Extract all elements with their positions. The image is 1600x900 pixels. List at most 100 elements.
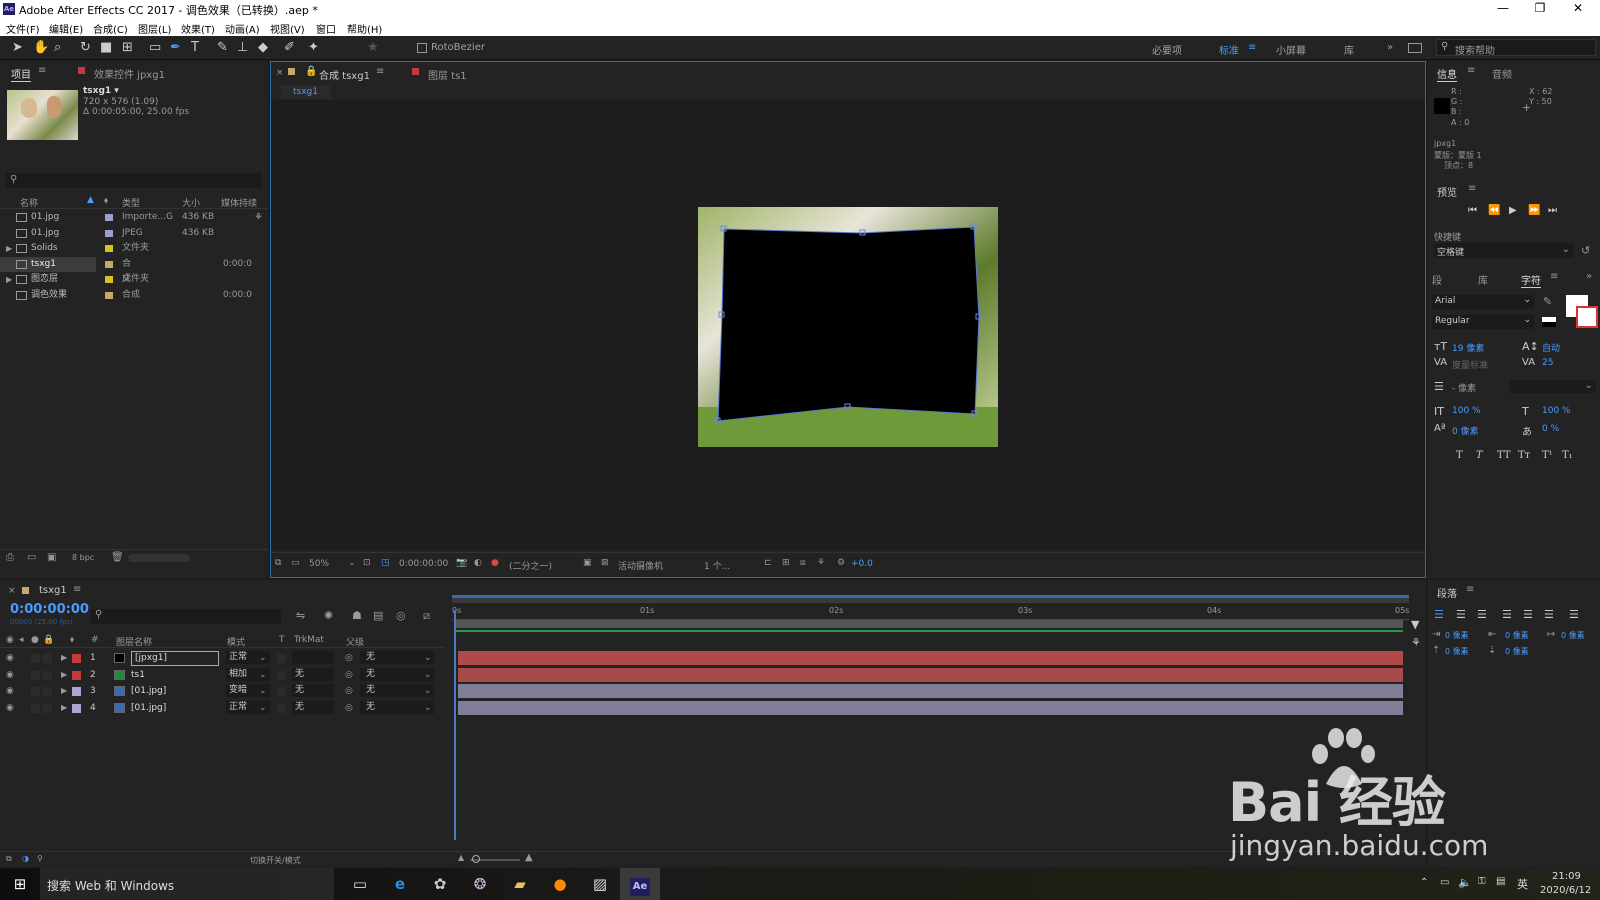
menu-effect[interactable]: 效果(T) — [181, 21, 215, 36]
bird-app-icon[interactable]: ❂ — [460, 868, 500, 900]
mask-shape[interactable] — [717, 226, 980, 422]
workspace-small-screen[interactable]: 小屏幕 — [1276, 42, 1306, 57]
eye-icon[interactable]: ◉ — [6, 667, 14, 683]
preserve-transparency-box[interactable] — [277, 703, 286, 713]
menu-animation[interactable]: 动画(A) — [225, 21, 260, 36]
expand-triangle-icon[interactable]: ▶ — [61, 700, 67, 716]
exposure-value[interactable]: +0.0 — [851, 559, 873, 569]
transfer-controls-icon[interactable]: ◑ — [22, 854, 29, 863]
layer-row[interactable]: ◉ ▶ 1 [jpxg1] 正常 ⌄ ◎ 无 ⌄ — [0, 650, 440, 666]
pick-whip-icon[interactable]: ◎ — [345, 650, 353, 666]
shy-layers-icon[interactable]: ☗ — [352, 609, 362, 622]
lock-switch-icon[interactable]: 🔒 — [43, 635, 54, 645]
justify-right-button[interactable]: ☰ — [1544, 608, 1554, 621]
delete-icon[interactable]: 🗑 — [111, 552, 124, 563]
column-name[interactable]: 名称 — [20, 196, 38, 209]
label-swatch[interactable] — [105, 214, 113, 221]
transparency-grid-icon[interactable]: ⊠ — [601, 558, 609, 568]
zoom-slider-handle[interactable] — [472, 855, 480, 863]
menu-help[interactable]: 帮助(H) — [347, 21, 382, 36]
comp-mini-flowchart-icon[interactable]: ⇋ — [296, 609, 305, 622]
label-swatch[interactable] — [105, 260, 113, 268]
expand-triangle-icon[interactable]: ▶ — [61, 683, 67, 699]
tab-layer[interactable]: 图层 ts1 — [428, 67, 467, 82]
menu-window[interactable]: 窗口 — [316, 21, 336, 36]
timeline-current-time[interactable]: 0:00:00:00 — [10, 602, 89, 617]
solo-box[interactable] — [31, 703, 40, 713]
menu-file[interactable]: 文件(F) — [6, 21, 40, 36]
layer-duration-bar[interactable] — [458, 651, 1403, 665]
layer-search-input[interactable]: ⚲ — [91, 609, 281, 624]
layer-switches-icon[interactable]: ⧉ — [6, 854, 12, 864]
project-item[interactable]: ▶ 图恋层 文件夹 — [0, 272, 264, 287]
graph-editor-icon[interactable]: ⧄ — [423, 609, 430, 623]
indent-right-value[interactable]: 0 像素 — [1505, 630, 1529, 641]
audio-switch-icon[interactable]: ◂ — [19, 635, 24, 645]
layer-name[interactable]: [jpxg1] — [131, 651, 219, 666]
project-item[interactable]: 01.jpg Importe...G 436 KB ⚘ — [0, 210, 264, 225]
label-swatch[interactable] — [105, 292, 113, 299]
tab-paragraph[interactable]: 段落 — [1437, 585, 1457, 600]
all-caps-button[interactable]: TT — [1497, 450, 1511, 461]
rotate-tool-icon[interactable]: ↻ — [80, 40, 91, 56]
menu-composition[interactable]: 合成(C) — [93, 21, 128, 36]
tab-info[interactable]: 信息 — [1437, 66, 1457, 82]
preserve-transparency-box[interactable] — [277, 654, 286, 663]
roto-brush-tool-icon[interactable]: ✐ — [284, 40, 295, 56]
help-search-input[interactable]: ⚲ 搜索帮助 — [1436, 39, 1596, 57]
space-after-value[interactable]: 0 像素 — [1505, 646, 1529, 657]
column-size[interactable]: 大小 — [182, 196, 200, 209]
exposure-reset-icon[interactable]: ⚙ — [837, 558, 845, 568]
more-panels-icon[interactable]: » — [1586, 271, 1592, 282]
video-switch-icon[interactable]: ◉ — [6, 635, 14, 645]
new-comp-icon[interactable]: ▣ — [47, 552, 56, 563]
edge-browser-icon[interactable]: e — [380, 868, 420, 900]
font-family-select[interactable]: Arial ⌄ — [1432, 295, 1534, 309]
draft-3d-icon[interactable]: ✺ — [324, 609, 333, 622]
column-parent[interactable]: 父级 — [346, 635, 364, 648]
sort-ascending-icon[interactable]: ▲ — [87, 195, 94, 205]
eyedropper-icon[interactable]: ✎ — [1543, 295, 1552, 308]
network-app-icon[interactable]: ✿ — [420, 868, 460, 900]
next-frame-icon[interactable]: ⏩ — [1528, 205, 1540, 216]
item-name[interactable]: tsxg1 ▾ — [83, 86, 119, 96]
rotobezier-checkbox[interactable] — [417, 43, 427, 53]
column-layer-name[interactable]: 图层名称 — [116, 635, 152, 648]
align-center-button[interactable]: ☰ — [1456, 608, 1466, 621]
parent-select[interactable]: 无 — [360, 700, 434, 714]
justify-left-button[interactable]: ☰ — [1502, 608, 1512, 621]
tab-timeline[interactable]: tsxg1 — [39, 585, 67, 596]
paragraph-menu-icon[interactable]: ≡ — [1466, 584, 1474, 595]
menu-layer[interactable]: 图层(L) — [138, 21, 171, 36]
small-caps-button[interactable]: Tт — [1518, 450, 1530, 461]
solo-switch-icon[interactable]: ● — [31, 635, 39, 645]
time-ruler[interactable]: 0s 01s 02s 03s 04s 05s — [452, 604, 1409, 620]
preserve-transparency-box[interactable] — [277, 687, 286, 697]
sync-settings-icon[interactable] — [1408, 43, 1422, 53]
windows-start-icon[interactable]: ⊞ — [0, 868, 40, 900]
layer-name[interactable]: ts1 — [131, 667, 145, 683]
chevron-down-icon[interactable]: ⌄ — [348, 558, 356, 568]
eye-icon[interactable]: ◉ — [6, 700, 14, 716]
comp-button-icon[interactable]: ⚘ — [1411, 636, 1421, 649]
pick-whip-icon[interactable]: ◎ — [345, 700, 353, 716]
always-preview-icon[interactable]: ⧉ — [275, 558, 281, 568]
layer-row[interactable]: ◉ ▶ 2 ts1 相加 ⌄ 无 ◎ 无 ⌄ — [0, 667, 440, 683]
layer-label-swatch[interactable] — [72, 654, 81, 663]
comp-marker-bin-icon[interactable]: ▼ — [1411, 618, 1419, 631]
layer-label-swatch[interactable] — [72, 687, 81, 697]
text-tool-icon[interactable]: T — [191, 40, 199, 56]
workspace-standard[interactable]: 标准 — [1219, 42, 1239, 57]
expand-triangle-icon[interactable]: ▶ — [6, 272, 12, 287]
ime-indicator[interactable]: 英 — [1517, 876, 1528, 892]
brush-tool-icon[interactable]: ✎ — [217, 40, 228, 56]
snapshot-icon[interactable]: 📷 — [456, 558, 467, 568]
layer-duration-bar[interactable] — [458, 667, 1403, 682]
comp-breadcrumb[interactable]: tsxg1 — [281, 85, 330, 99]
pick-whip-icon[interactable]: ◎ — [345, 683, 353, 699]
close-tab-icon[interactable]: × — [276, 68, 284, 78]
region-icon[interactable]: ▭ — [291, 558, 300, 568]
zoom-tool-icon[interactable]: ⌕ — [54, 40, 61, 56]
zoom-out-icon[interactable]: ▲ — [458, 853, 464, 862]
project-item[interactable]: ▶ Solids 文件夹 — [0, 241, 264, 256]
